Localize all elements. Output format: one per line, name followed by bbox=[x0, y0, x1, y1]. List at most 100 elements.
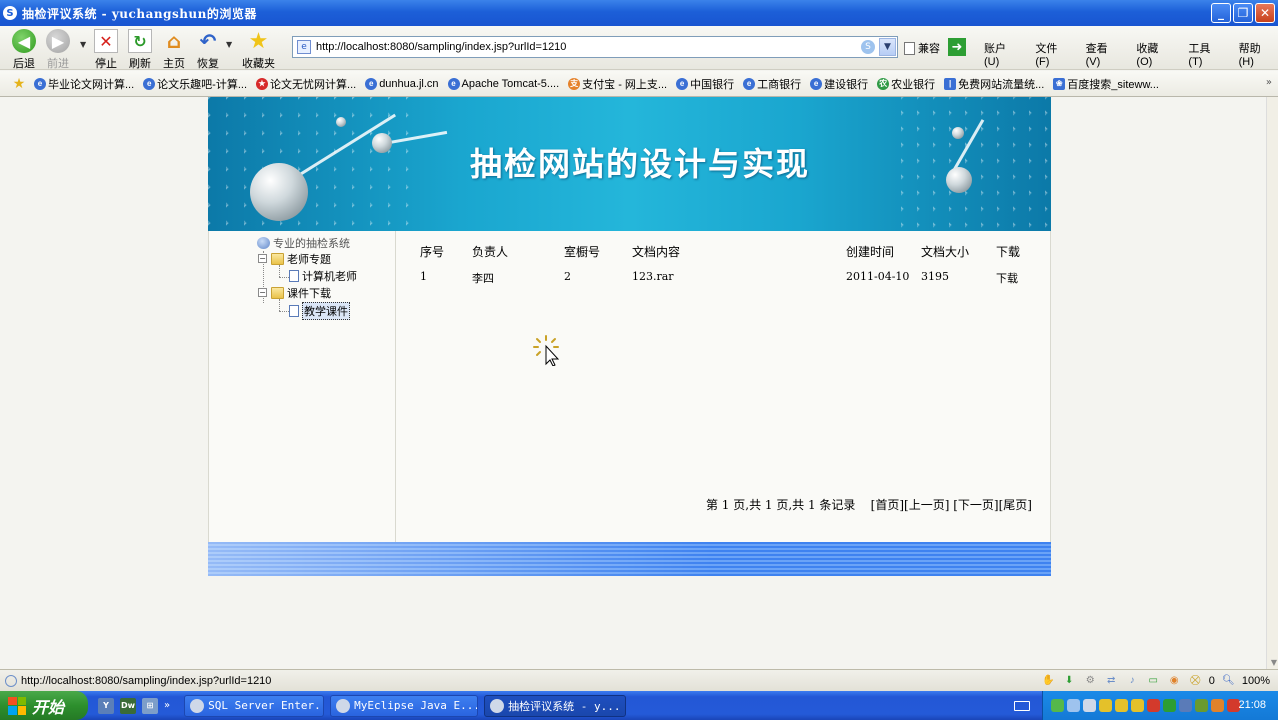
tray-app-icon[interactable] bbox=[1147, 699, 1160, 712]
folder-open-icon bbox=[271, 253, 284, 265]
history-dropdown-icon[interactable]: ▼ bbox=[80, 40, 86, 49]
tree-root[interactable]: 专业的抽检系统 bbox=[257, 235, 350, 251]
menu-favorites[interactable]: 收藏 (O) bbox=[1136, 40, 1176, 68]
qq-icon[interactable] bbox=[1131, 699, 1144, 712]
tree-item-cs-teacher[interactable]: 计算机老师 bbox=[289, 268, 357, 284]
pager-last[interactable]: [尾页] bbox=[999, 498, 1032, 512]
address-bar[interactable]: e http://localhost:8080/sampling/index.j… bbox=[292, 36, 898, 58]
banner-sphere bbox=[336, 117, 346, 127]
sqlserver-icon bbox=[190, 698, 205, 713]
taskbar-clock[interactable]: 21:08 bbox=[1238, 699, 1266, 711]
back-button[interactable]: ◀ 后退 bbox=[12, 29, 36, 71]
taskbar-item-browser[interactable]: 抽检评议系统 - y... bbox=[484, 694, 627, 717]
tray-app-icon[interactable] bbox=[1083, 699, 1096, 712]
network-icon[interactable]: ⊞ bbox=[142, 697, 158, 714]
vertical-scrollbar[interactable]: ▼ bbox=[1266, 97, 1278, 669]
dreamweaver-icon[interactable]: Dw bbox=[120, 697, 136, 714]
eye-icon[interactable]: ◉ bbox=[1167, 673, 1182, 688]
tray-app-icon[interactable] bbox=[1051, 699, 1064, 712]
menu-help[interactable]: 帮助 (H) bbox=[1239, 40, 1278, 68]
myeclipse-icon bbox=[336, 698, 351, 713]
taskbar-item-sqlserver[interactable]: SQL Server Enter... bbox=[184, 694, 325, 717]
taskbar-item-myeclipse[interactable]: MyEclipse Java E... bbox=[330, 694, 479, 717]
quick-launch-app-icon[interactable]: Y bbox=[98, 697, 114, 714]
download-link[interactable]: 下载 bbox=[996, 270, 1018, 286]
favorite-link[interactable]: e 建设银行 bbox=[810, 76, 868, 92]
baidu-paw-icon: ❀ bbox=[1053, 77, 1066, 90]
pager-next[interactable]: [下一页] bbox=[953, 498, 998, 512]
favorite-link[interactable]: e 中国银行 bbox=[676, 76, 734, 92]
quick-launch-more-icon[interactable]: » bbox=[164, 700, 170, 711]
close-button[interactable]: ✕ bbox=[1255, 3, 1275, 23]
chevron-right-icon[interactable]: » bbox=[1266, 77, 1272, 88]
tray-app-icon[interactable] bbox=[1067, 699, 1080, 712]
menu-tools[interactable]: 工具 (T) bbox=[1188, 40, 1226, 68]
maximize-button[interactable]: ❐ bbox=[1233, 3, 1253, 23]
address-dropdown-icon[interactable]: ▼ bbox=[879, 38, 896, 56]
tree-folder-teachers[interactable]: 老师专题 bbox=[271, 251, 331, 267]
banner-grid-decoration bbox=[901, 97, 1051, 231]
tree-item-teaching-courseware[interactable]: 教学课件 bbox=[289, 302, 350, 320]
hand-icon[interactable]: ✋ bbox=[1041, 673, 1056, 688]
forward-button[interactable]: ▶ 前进 bbox=[46, 29, 70, 71]
favorite-link[interactable]: e Apache Tomcat-5.... bbox=[447, 77, 559, 90]
menu-account[interactable]: 账户 (U) bbox=[984, 40, 1023, 68]
favorite-link[interactable]: e 论文乐趣吧-计算... bbox=[143, 76, 247, 92]
ie-page-icon: e bbox=[447, 77, 460, 90]
favorite-link[interactable]: e 工商银行 bbox=[743, 76, 801, 92]
go-button[interactable]: ➜ bbox=[948, 38, 966, 56]
status-url: http://localhost:8080/sampling/index.jsp… bbox=[21, 674, 272, 687]
screen-icon[interactable]: ▭ bbox=[1146, 673, 1161, 688]
favorite-link[interactable]: e 毕业论文网计算... bbox=[34, 76, 134, 92]
security-shield-icon[interactable] bbox=[1163, 699, 1176, 712]
zoom-icon[interactable]: 🔍︎ bbox=[1221, 673, 1236, 688]
restore-button[interactable]: ↶ 恢复 bbox=[196, 29, 220, 71]
menu-view[interactable]: 查看 (V) bbox=[1086, 40, 1125, 68]
tray-app-icon[interactable] bbox=[1195, 699, 1208, 712]
stop-button[interactable]: ✕ 停止 bbox=[94, 29, 118, 71]
tree-folder-courseware[interactable]: 课件下载 bbox=[271, 285, 331, 301]
minimize-button[interactable]: _ bbox=[1211, 3, 1231, 23]
favorite-link[interactable]: 农农业银行 bbox=[877, 76, 935, 92]
windows-logo-icon bbox=[8, 696, 26, 715]
restore-dropdown-icon[interactable]: ▼ bbox=[226, 40, 232, 49]
keyboard-icon[interactable] bbox=[1014, 701, 1030, 711]
refresh-button[interactable]: ↻ 刷新 bbox=[128, 29, 152, 71]
block-counter-icon[interactable]: ⛒ bbox=[1188, 673, 1203, 688]
home-button[interactable]: ⌂ 主页 bbox=[162, 29, 186, 71]
tools-icon[interactable]: ⚙ bbox=[1083, 673, 1098, 688]
tray-app-icon[interactable] bbox=[1179, 699, 1192, 712]
zoom-level[interactable]: 100% bbox=[1242, 675, 1270, 687]
ie-page-icon: e bbox=[34, 77, 46, 90]
translate-icon[interactable]: ⇄ bbox=[1104, 673, 1119, 688]
favorite-link[interactable]: ★ 论文无忧网计算... bbox=[256, 76, 356, 92]
collapse-toggle-icon[interactable]: − bbox=[258, 254, 267, 263]
banner-sphere bbox=[250, 163, 308, 221]
site-banner: 抽检网站的设计与实现 bbox=[208, 97, 1051, 231]
qq-icon[interactable] bbox=[1115, 699, 1128, 712]
site-icon: ★ bbox=[256, 77, 269, 90]
pager-first[interactable]: [首页] bbox=[871, 498, 904, 512]
pager-prev[interactable]: [上一页] bbox=[904, 498, 949, 512]
favorites-star-icon[interactable]: ★ bbox=[10, 75, 28, 93]
favorite-link[interactable]: | 免费网站流量统... bbox=[944, 76, 1044, 92]
favorite-link[interactable]: e dunhua.jl.cn bbox=[365, 77, 439, 90]
sound-icon[interactable]: ♪ bbox=[1125, 673, 1140, 688]
menu-file[interactable]: 文件 (F) bbox=[1035, 40, 1073, 68]
start-button[interactable]: 开始 bbox=[0, 691, 88, 720]
star-icon: ★ bbox=[248, 28, 269, 54]
ie-page-icon: e bbox=[676, 77, 689, 90]
qq-icon[interactable] bbox=[1099, 699, 1112, 712]
collapse-toggle-icon[interactable]: − bbox=[258, 288, 267, 297]
compat-mode-button[interactable]: 兼容 bbox=[904, 40, 940, 56]
scroll-down-icon[interactable]: ▼ bbox=[1271, 658, 1277, 667]
table-cell-content: 123.rar bbox=[632, 270, 674, 283]
favorites-button[interactable]: ★ 收藏夹 bbox=[242, 29, 275, 71]
tray-app-icon[interactable] bbox=[1211, 699, 1224, 712]
address-url[interactable]: http://localhost:8080/sampling/index.jsp… bbox=[316, 41, 566, 53]
favorite-link[interactable]: ❀ 百度搜索_siteww... bbox=[1053, 76, 1159, 92]
download-arrow-icon[interactable]: ⬇ bbox=[1062, 673, 1077, 688]
favorite-link[interactable]: 支支付宝 - 网上支... bbox=[568, 76, 667, 92]
security-icon[interactable]: S bbox=[861, 40, 875, 54]
table-cell-created: 2011-04-10 bbox=[846, 270, 910, 283]
